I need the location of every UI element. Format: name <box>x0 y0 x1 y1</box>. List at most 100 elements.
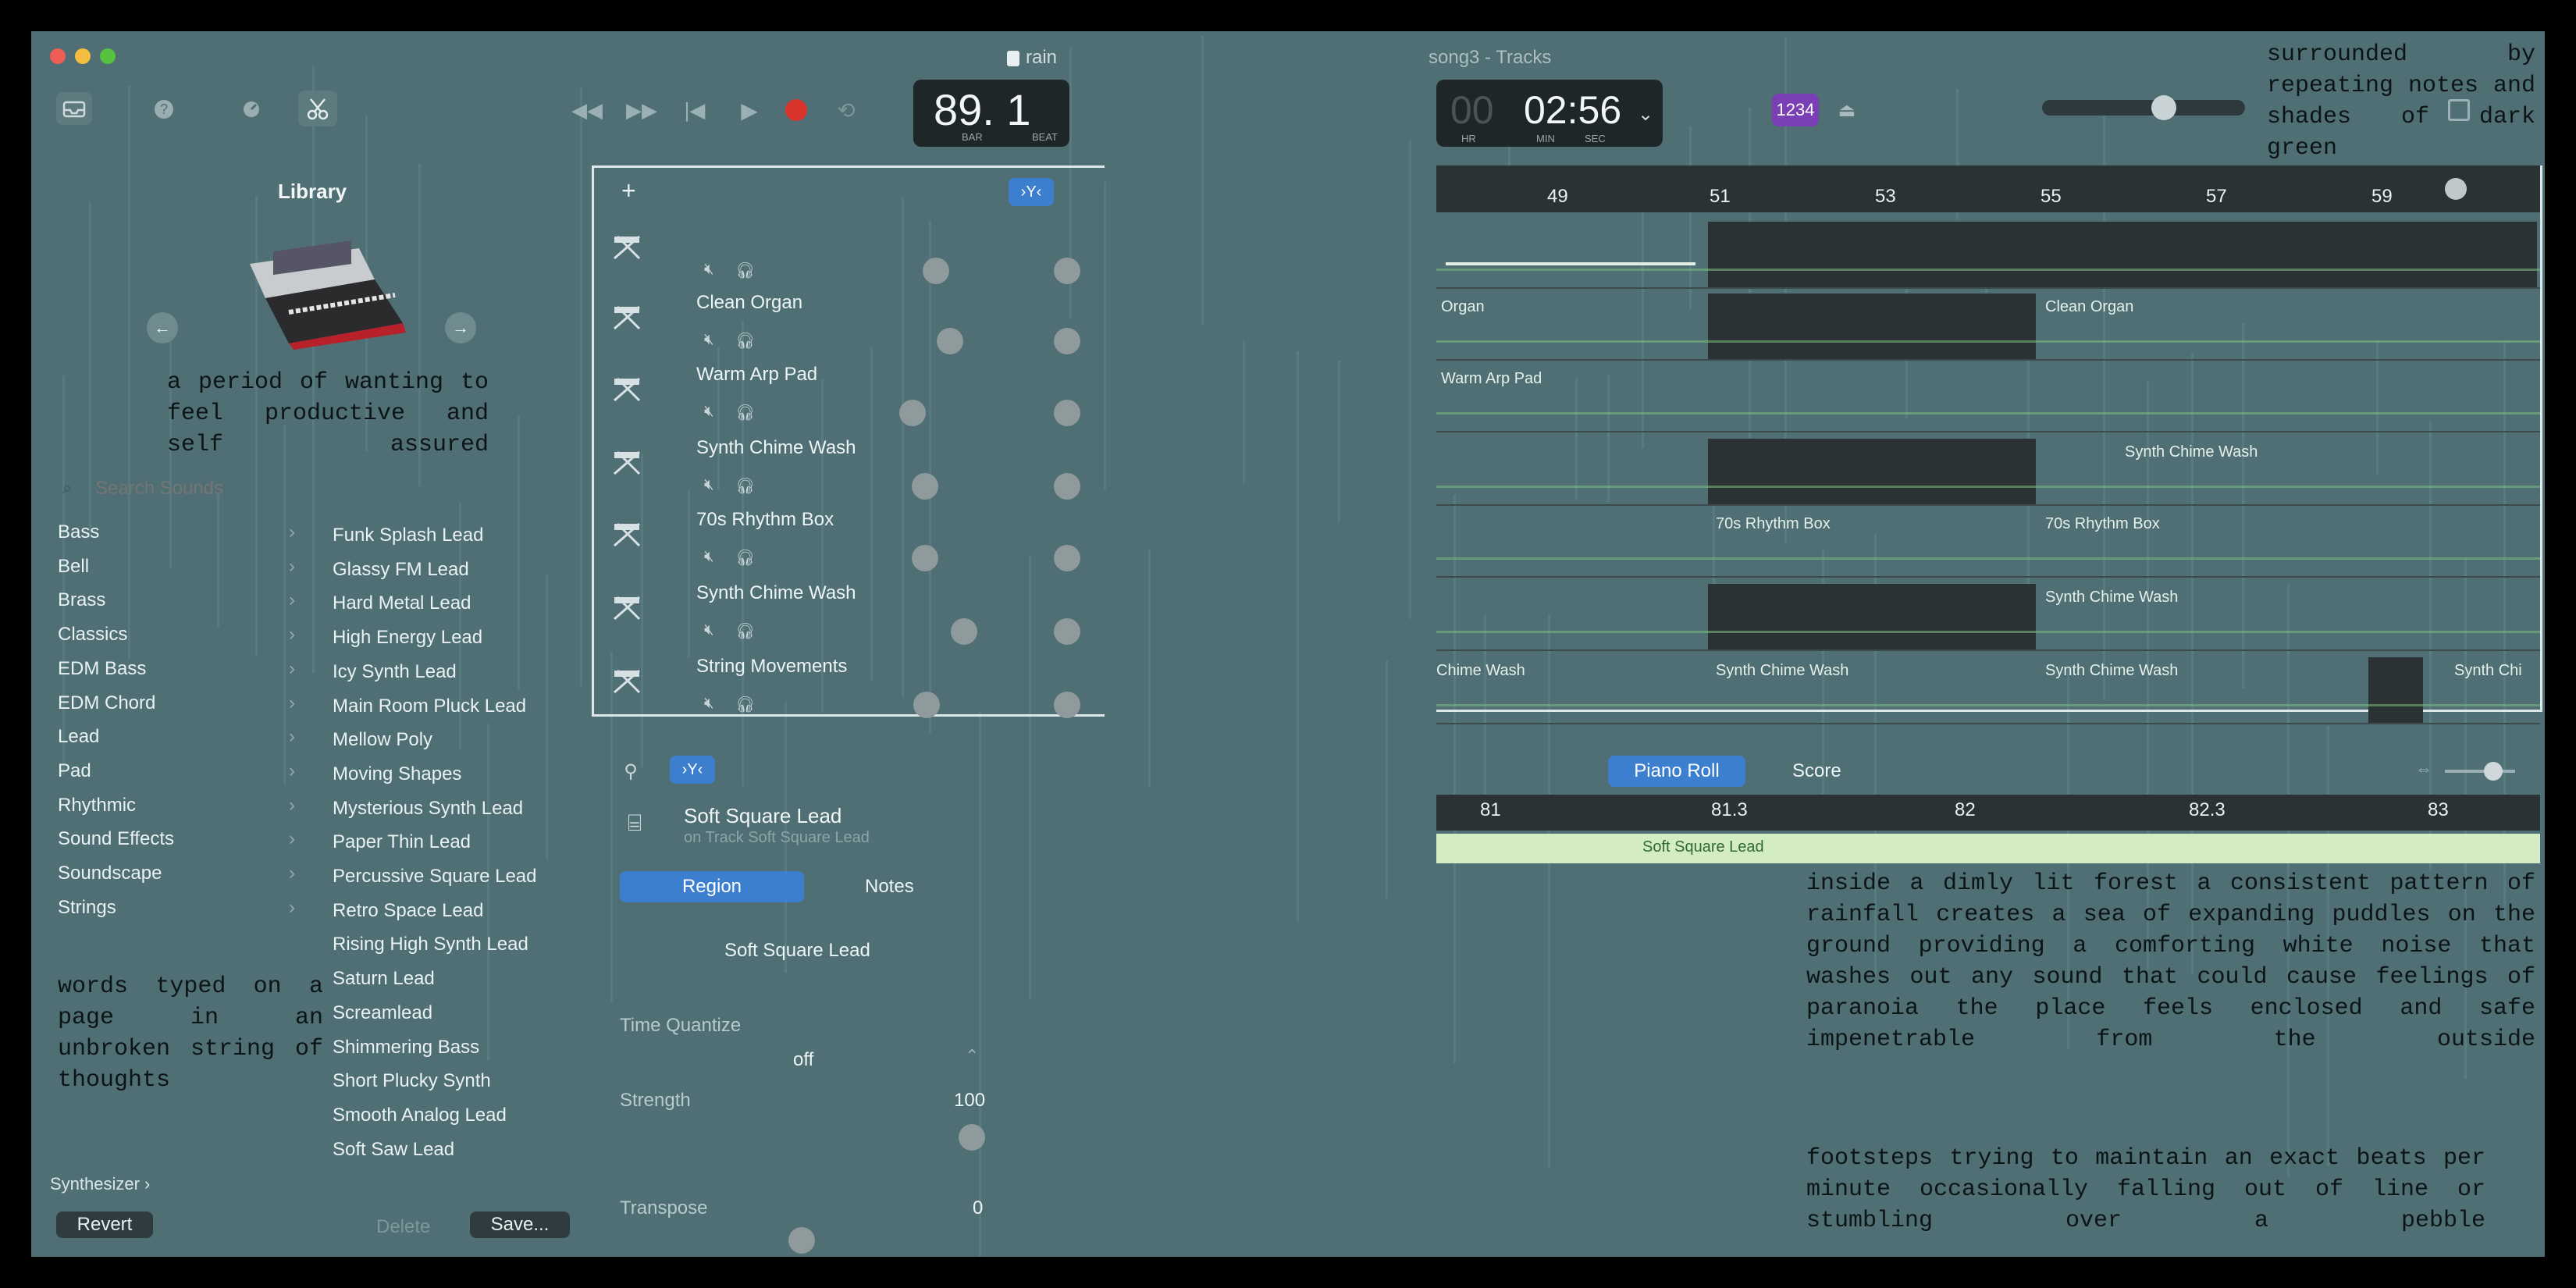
category-item[interactable]: Brass <box>58 589 105 611</box>
patch-item[interactable]: High Energy Lead <box>333 627 482 649</box>
pan-knob[interactable] <box>1054 473 1080 500</box>
category-item[interactable]: Pad <box>58 760 91 782</box>
pan-knob[interactable] <box>1054 258 1080 284</box>
time-display[interactable]: 00 02:56 HR MIN SEC ⌄ <box>1436 80 1663 147</box>
patch-item[interactable]: Shimmering Bass <box>333 1037 479 1059</box>
mute-icon[interactable]: 🔇︎ <box>704 621 714 639</box>
volume-slider-thumb[interactable] <box>913 692 940 718</box>
library-toggle-button[interactable] <box>56 92 92 125</box>
mute-icon[interactable]: 🔇︎ <box>704 695 714 713</box>
rewind-button[interactable]: ◀◀ <box>570 97 604 123</box>
track-row[interactable]: String Movements 🔇︎ 🎧︎ <box>609 656 1093 724</box>
category-item[interactable]: Bass <box>58 521 99 543</box>
region-label[interactable]: Synth Chime Wash <box>2045 662 2178 680</box>
headphones-icon[interactable]: 🎧︎ <box>735 621 755 641</box>
region-label[interactable]: Warm Arp Pad <box>1441 370 1542 388</box>
volume-slider-thumb[interactable] <box>912 545 938 571</box>
position-display[interactable]: 89. 1 BAR BEAT <box>913 80 1069 147</box>
patch-item[interactable]: Icy Synth Lead <box>333 661 457 683</box>
headphones-icon[interactable]: 🎧︎ <box>735 695 755 714</box>
category-item[interactable]: EDM Chord <box>58 692 155 714</box>
volume-slider-thumb[interactable] <box>937 328 963 354</box>
previous-sound-button[interactable]: ← <box>147 312 178 343</box>
category-item[interactable]: Sound Effects <box>58 828 174 850</box>
zoom-window-button[interactable] <box>100 48 116 64</box>
go-to-beginning-button[interactable]: |◀ <box>679 97 710 123</box>
editor-region[interactable]: Soft Square Lead <box>1436 834 2540 863</box>
region-label[interactable]: Synth Chime Wash <box>2045 589 2178 607</box>
help-button[interactable]: ? <box>148 94 180 125</box>
record-button[interactable] <box>781 97 812 123</box>
headphones-icon[interactable]: 🎧︎ <box>735 403 755 422</box>
patch-item[interactable]: Glassy FM Lead <box>333 559 469 581</box>
region-name-field[interactable]: Soft Square Lead <box>724 940 870 962</box>
add-track-button[interactable]: + <box>621 176 636 205</box>
tab-notes[interactable]: Notes <box>865 876 914 898</box>
tab-piano-roll[interactable]: Piano Roll <box>1608 756 1745 787</box>
volume-slider-thumb[interactable] <box>912 473 938 500</box>
smart-controls-button[interactable] <box>236 94 267 125</box>
patch-item[interactable]: Soft Saw Lead <box>333 1139 454 1161</box>
region-label[interactable]: Synth Chime Wash <box>2125 443 2258 461</box>
track-row[interactable]: Synth Chime Wash 🔇︎ 🎧︎ <box>609 437 1093 506</box>
pan-knob[interactable] <box>1054 618 1080 645</box>
patch-item[interactable]: Moving Shapes <box>333 763 461 785</box>
pan-knob[interactable] <box>1054 692 1080 718</box>
minimize-window-button[interactable] <box>75 48 91 64</box>
headphones-icon[interactable]: 🎧︎ <box>735 261 755 280</box>
master-volume-slider[interactable] <box>2042 95 2245 120</box>
play-button[interactable]: ▶ <box>734 97 765 123</box>
track-row[interactable]: 70s Rhythm Box 🔇︎ 🎧︎ <box>609 509 1093 578</box>
editor-zoom-slider[interactable] <box>2445 762 2515 781</box>
category-item[interactable]: Strings <box>58 897 116 919</box>
patch-item[interactable]: Main Room Pluck Lead <box>333 696 526 717</box>
region-label[interactable]: Organ <box>1441 298 1485 316</box>
save-button[interactable]: Save... <box>470 1212 570 1238</box>
editor-settings-button[interactable]: ⚲ <box>615 756 646 787</box>
editor-ruler[interactable] <box>1436 795 2540 831</box>
mute-icon[interactable]: 🔇︎ <box>704 331 714 349</box>
editors-button[interactable] <box>298 91 337 126</box>
patch-item[interactable]: Mysterious Synth Lead <box>333 798 523 820</box>
catch-playhead-button[interactable]: ›Y‹ <box>1009 178 1054 206</box>
tab-region[interactable]: Region <box>620 871 804 902</box>
patch-item[interactable]: Funk Splash Lead <box>333 525 483 546</box>
category-item[interactable]: Lead <box>58 726 99 748</box>
patch-item[interactable]: Mellow Poly <box>333 729 432 751</box>
forward-button[interactable]: ▶▶ <box>624 97 659 123</box>
zoom-circle-icon[interactable] <box>2445 178 2467 200</box>
delete-button[interactable]: Delete <box>376 1216 430 1238</box>
pan-knob[interactable] <box>1054 400 1080 426</box>
patch-item[interactable]: Paper Thin Lead <box>333 831 471 853</box>
track-row[interactable]: Warm Arp Pad 🔇︎ 🎧︎ <box>609 364 1093 432</box>
cycle-button[interactable]: ⟲ <box>831 97 862 123</box>
category-item[interactable]: Bell <box>58 556 89 578</box>
patch-item[interactable]: Saturn Lead <box>333 968 435 990</box>
category-item[interactable]: EDM Bass <box>58 658 146 680</box>
close-window-button[interactable] <box>50 48 66 64</box>
region-label[interactable]: Synth Chi <box>2454 662 2522 680</box>
strength-slider-thumb[interactable] <box>959 1124 985 1151</box>
region-label[interactable]: Synth Chime Wash <box>1716 662 1848 680</box>
headphones-icon[interactable]: 🎧︎ <box>735 476 755 496</box>
metronome-button[interactable]: ⏏ <box>1831 97 1863 123</box>
next-sound-button[interactable]: → <box>445 312 476 343</box>
headphones-icon[interactable]: 🎧︎ <box>735 548 755 568</box>
tab-score[interactable]: Score <box>1792 760 1841 782</box>
track-row[interactable]: 🔇︎ 🎧︎ <box>609 223 1093 290</box>
volume-slider-thumb[interactable] <box>899 400 926 426</box>
library-breadcrumb[interactable]: Synthesizer › <box>50 1174 150 1194</box>
patch-item[interactable]: Smooth Analog Lead <box>333 1105 507 1126</box>
headphones-icon[interactable]: 🎧︎ <box>735 331 755 350</box>
region-label[interactable]: Clean Organ <box>2045 298 2133 316</box>
editor-zoom-thumb[interactable] <box>2484 762 2503 781</box>
count-in-button[interactable]: 1234 <box>1772 94 1819 126</box>
pan-knob[interactable] <box>1054 545 1080 571</box>
volume-slider-thumb[interactable] <box>951 618 977 645</box>
mute-icon[interactable]: 🔇︎ <box>704 548 714 566</box>
region-label[interactable]: 70s Rhythm Box <box>1716 515 1831 533</box>
patch-item[interactable]: Short Plucky Synth <box>333 1070 491 1092</box>
search-input[interactable] <box>94 475 534 503</box>
track-row[interactable]: Clean Organ 🔇︎ 🎧︎ <box>609 292 1093 361</box>
volume-slider-thumb[interactable] <box>2151 95 2176 120</box>
